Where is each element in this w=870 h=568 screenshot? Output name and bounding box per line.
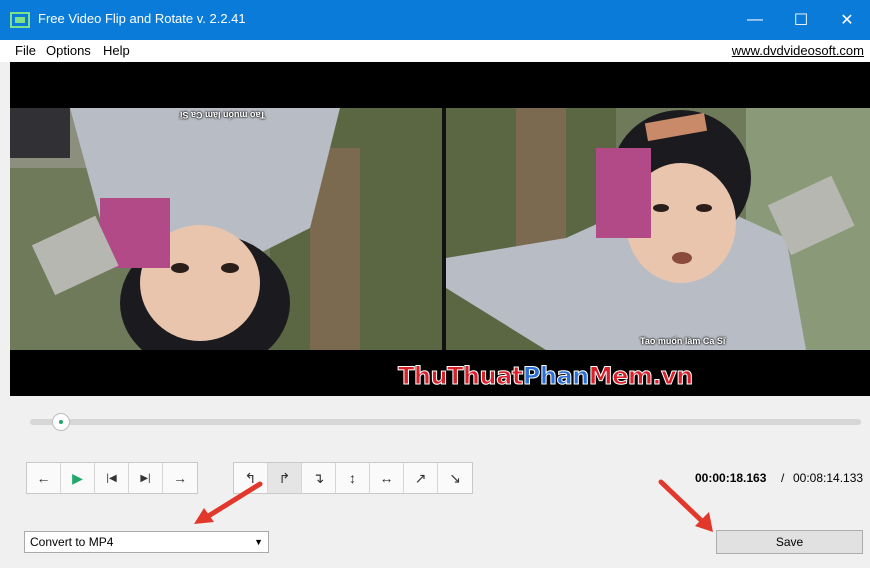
skip-end-icon: ▶| [140,472,151,484]
menu-file[interactable]: File [15,43,36,58]
annotation-arrow-left [194,481,263,524]
flip-horizontal-icon: ↔ [379,470,394,486]
subtitle-left: Tao muốn làm Ca Sĩ [180,110,266,120]
skip-start-icon: |◀ [106,472,117,484]
original-video-pane: Tao muốn làm Ca Sĩ [10,108,442,350]
preview-frame-image [446,108,870,350]
play-icon: ▶ [72,469,83,486]
annotation-arrow-right [658,479,713,532]
app-icon [10,12,30,28]
time-separator: / [781,471,785,485]
video-preview: Tao muốn làm Ca Sĩ Tao muốn làm Ca Sĩ Th… [10,62,870,396]
minimize-icon: — [747,11,763,28]
subtitle-right: Tao muốn làm Ca Sĩ [640,336,726,346]
arrow-right-icon: → [173,470,187,486]
go-to-end-button[interactable]: ▶| [129,463,163,493]
menu-bar: File Options Help www.dvdvideosoft.com [0,40,870,62]
seek-slider-thumb[interactable] [51,413,70,431]
flip-vertical-button[interactable]: ↕ [336,463,370,493]
diagonal-ne-icon: ↗ [414,469,427,486]
title-bar: Free Video Flip and Rotate v. 2.2.41 — ☐… [0,0,870,40]
rotate-cw-90-icon: ↴ [312,469,325,486]
prev-frame-button[interactable]: ← [27,463,61,493]
go-to-start-button[interactable]: |◀ [95,463,129,493]
preview-video-pane: Tao muốn làm Ca Sĩ [446,108,870,350]
rotate-90-button[interactable]: ↴ [302,463,336,493]
minimize-button[interactable]: — [732,0,778,40]
diagonal-ne-button[interactable]: ↗ [404,463,438,493]
window-title: Free Video Flip and Rotate v. 2.2.41 [38,11,246,26]
original-frame-image [10,108,442,350]
output-format-value: Convert to MP4 [30,535,114,549]
total-duration: 00:08:14.133 [793,471,864,485]
flip-vertical-icon: ↕ [349,470,356,486]
save-button[interactable]: Save [716,530,863,554]
dropdown-arrow-icon: ▼ [254,537,263,547]
menu-options[interactable]: Options [46,43,91,58]
diagonal-se-icon: ↘ [449,469,461,486]
close-icon: ✕ [840,12,854,29]
diagonal-se-button[interactable]: ↘ [438,463,472,493]
website-link[interactable]: www.dvdvideosoft.com [732,43,864,58]
seek-slider-track[interactable] [30,419,861,425]
menu-help[interactable]: Help [103,43,130,58]
rotate-right-icon: ↱ [278,469,291,486]
arrow-left-icon: ← [36,470,51,486]
rotate-right-button[interactable]: ↱ [268,463,302,493]
output-format-select[interactable]: Convert to MP4 ▼ [24,531,269,553]
watermark-logo: ThuThuatPhanMem.vn [397,362,693,391]
maximize-button[interactable]: ☐ [778,0,824,40]
flip-horizontal-button[interactable]: ↔ [370,463,404,493]
playback-controls: ← ▶ |◀ ▶| → [26,462,198,494]
close-button[interactable]: ✕ [824,0,870,40]
play-button[interactable]: ▶ [61,463,95,493]
maximize-icon: ☐ [793,12,809,29]
